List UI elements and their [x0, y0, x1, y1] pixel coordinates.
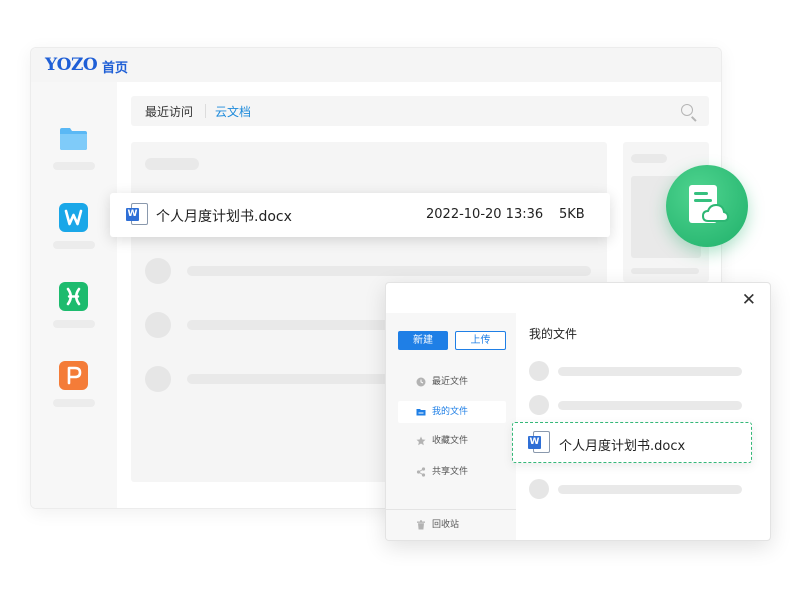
tab-divider [205, 104, 206, 118]
placeholder-avatar [529, 395, 549, 415]
app-sidebar [31, 82, 117, 508]
placeholder-avatar [529, 479, 549, 499]
file-picker-dialog: ✕ 新建 上传 最近文件 我的文件 收藏文件 共享文件 回收站 我的文件 W 个… [385, 282, 771, 541]
nav-label: 共享文件 [432, 467, 469, 477]
trash-icon [417, 520, 425, 530]
yozo-logo[interactable]: YOZO [45, 55, 98, 75]
nav-item-favorites[interactable]: 收藏文件 [398, 430, 506, 452]
placeholder-avatar [145, 366, 171, 392]
placeholder-avatar [145, 312, 171, 338]
home-title[interactable]: 首页 [102, 57, 128, 76]
word-doc-icon: W [126, 203, 148, 227]
search-icon[interactable] [681, 104, 693, 116]
title-bar: YOZO 首页 [31, 48, 721, 82]
placeholder-avatar [145, 258, 171, 284]
folder-app-icon[interactable] [59, 124, 88, 153]
selected-file-row[interactable]: W 个人月度计划书.docx [512, 422, 752, 463]
placeholder-bar [558, 401, 742, 410]
nav-item-shared[interactable]: 共享文件 [398, 461, 506, 483]
placeholder-bar [631, 268, 699, 274]
dialog-title: 我的文件 [529, 327, 578, 341]
nav-label: 我的文件 [432, 407, 469, 417]
tab-cloud-docs[interactable]: 云文档 [215, 103, 251, 120]
file-card[interactable]: W 个人月度计划书.docx 2022-10-20 13:36 5KB [110, 193, 610, 237]
nav-label: 最近文件 [432, 377, 469, 387]
sheet-app-icon[interactable] [59, 282, 88, 311]
sidebar-divider [386, 509, 516, 510]
placeholder-bar [558, 485, 742, 494]
tab-recent[interactable]: 最近访问 [145, 103, 193, 120]
word-doc-icon: W [528, 431, 550, 455]
tab-search-bar: 最近访问 云文档 [131, 96, 709, 126]
file-size: 5KB [559, 207, 585, 222]
file-name: 个人月度计划书.docx [559, 439, 686, 454]
app-label-placeholder [53, 162, 95, 170]
nav-item-my-files[interactable]: 我的文件 [398, 401, 506, 423]
dialog-sidebar: 新建 上传 最近文件 我的文件 收藏文件 共享文件 回收站 [386, 313, 516, 540]
folder-icon [416, 409, 426, 416]
upload-button[interactable]: 上传 [455, 331, 506, 350]
close-icon[interactable]: ✕ [742, 292, 756, 309]
placeholder-bar [145, 158, 199, 170]
placeholder-bar [558, 367, 742, 376]
nav-label: 收藏文件 [432, 436, 469, 446]
clock-icon [416, 377, 426, 387]
new-button[interactable]: 新建 [398, 331, 448, 350]
share-icon [416, 467, 426, 477]
cloud-doc-badge-icon [666, 165, 748, 247]
placeholder-bar [631, 154, 667, 163]
file-date: 2022-10-20 13:36 [426, 207, 544, 222]
nav-item-recent[interactable]: 最近文件 [398, 371, 506, 393]
presentation-app-icon[interactable] [59, 361, 88, 390]
app-label-placeholder [53, 320, 95, 328]
nav-item-trash[interactable]: 回收站 [398, 514, 506, 536]
nav-label: 回收站 [432, 520, 460, 530]
app-label-placeholder [53, 399, 95, 407]
file-name: 个人月度计划书.docx [156, 209, 292, 225]
app-label-placeholder [53, 241, 95, 249]
placeholder-bar [187, 266, 591, 276]
writer-app-icon[interactable] [59, 203, 88, 232]
star-icon [416, 436, 426, 446]
placeholder-avatar [529, 361, 549, 381]
